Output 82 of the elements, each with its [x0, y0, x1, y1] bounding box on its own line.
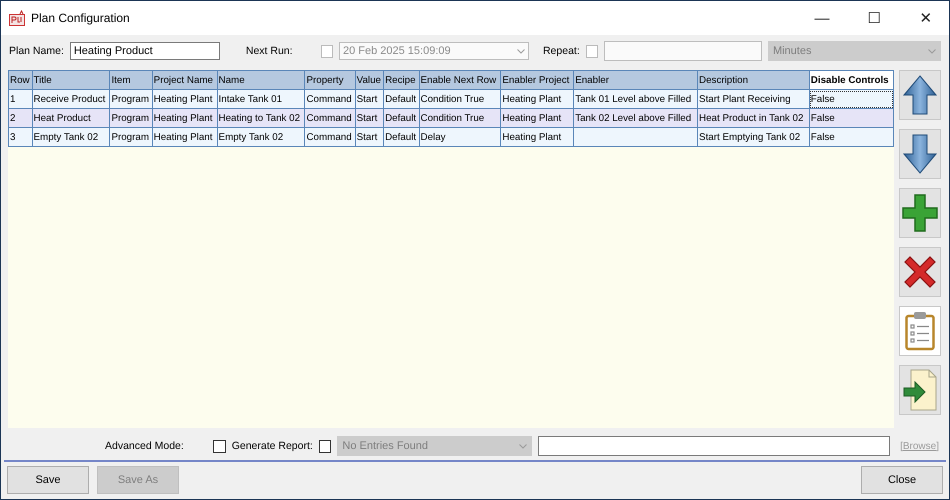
save-button[interactable]: Save — [7, 466, 89, 494]
table-cell: Empty Tank 02 — [217, 128, 305, 146]
field-label: Plan Name: — [9, 45, 64, 57]
export-document-icon — [903, 369, 937, 411]
add-button[interactable] — [899, 188, 941, 238]
table-cell: Start — [355, 128, 384, 146]
table-cell: Heating Plant — [500, 108, 574, 128]
close-button[interactable]: Close — [861, 466, 943, 494]
table-cell: Heat Product in Tank 02 — [698, 108, 810, 128]
move-up-button[interactable] — [899, 70, 941, 120]
table-cell: False — [809, 128, 894, 146]
table-cell: Command — [304, 90, 356, 108]
checkbox[interactable] — [213, 440, 226, 452]
column-header[interactable]: Value — [355, 70, 384, 90]
caret-icon — [518, 444, 527, 448]
delete-icon — [903, 255, 937, 289]
maximize-button[interactable]: ☐ — [851, 9, 897, 27]
table-cell: 1 — [8, 90, 32, 108]
column-header[interactable]: Enabler — [574, 70, 698, 90]
table-cell: Default — [384, 108, 419, 128]
window-title: Plan Configuration — [31, 11, 131, 25]
table-cell: Condition True — [419, 108, 501, 128]
checkbox[interactable] — [318, 440, 332, 452]
field-label: Advanced Mode: — [105, 440, 184, 452]
table-cell: Heating Plant — [500, 128, 574, 146]
caret-icon — [928, 48, 936, 54]
column-header[interactable]: Project Name — [152, 70, 218, 90]
table-cell: Heat Product — [32, 108, 110, 128]
table-cell: Default — [384, 128, 419, 146]
table-cell: Receive Product — [32, 90, 110, 108]
clipboard-button[interactable] — [899, 306, 941, 356]
field-label: Next Run: — [246, 45, 293, 57]
table-cell: Heating to Tank 02 — [217, 108, 305, 128]
column-header[interactable]: Name — [217, 70, 305, 90]
column-header[interactable]: Enabler Project — [500, 70, 574, 90]
table-cell: Heating Plant — [152, 128, 218, 146]
plus-icon — [902, 193, 938, 233]
down-arrow-icon — [903, 134, 937, 174]
table-cell: Start Plant Receiving — [698, 90, 810, 108]
field-label: Generate Report: — [232, 440, 313, 452]
table-cell: Intake Tank 01 — [217, 90, 305, 108]
column-header[interactable]: Enable Next Row — [419, 70, 501, 90]
table-cell: 3 — [8, 128, 32, 146]
export-button[interactable] — [899, 365, 941, 415]
table-cell: Start — [355, 90, 384, 108]
delete-button[interactable] — [899, 247, 941, 297]
column-header[interactable]: Recipe — [384, 70, 419, 90]
caret-icon — [516, 48, 525, 54]
column-header[interactable]: Disable Controls — [809, 70, 894, 90]
path-field[interactable] — [538, 436, 890, 456]
table-cell: Program — [110, 108, 152, 128]
up-arrow-icon — [903, 75, 937, 115]
column-header[interactable]: Row — [8, 70, 32, 90]
field-label: Repeat: — [542, 45, 580, 57]
table-cell: Default — [384, 90, 419, 108]
table-cell: Tank 01 Level above Filled — [574, 90, 698, 108]
table-cell: Tank 02 Level above Filled — [574, 108, 698, 128]
table-cell: Command — [304, 108, 356, 128]
column-header[interactable]: Item — [110, 70, 152, 90]
minimize-button[interactable]: — — [799, 10, 845, 26]
table-cell: False — [809, 90, 894, 108]
table-cell: Program — [110, 90, 152, 108]
clipboard-icon — [905, 311, 935, 351]
column-header[interactable]: Property — [304, 70, 356, 90]
table-cell: Condition True — [419, 90, 501, 108]
table-cell: Program — [110, 128, 152, 146]
table-cell: Empty Tank 02 — [32, 128, 110, 146]
plan-name-field[interactable]: Heating Product — [70, 42, 220, 60]
table-cell: Start — [355, 108, 384, 128]
table-cell: 2 — [8, 108, 32, 128]
column-header[interactable]: Description — [698, 70, 810, 90]
app-logo-icon — [9, 10, 25, 26]
column-header[interactable]: Title — [32, 70, 110, 90]
table-cell: Heating Plant — [152, 90, 218, 108]
table-cell: False — [809, 108, 894, 128]
table-cell: Start Emptying Tank 02 — [698, 128, 810, 146]
move-down-button[interactable] — [899, 129, 941, 179]
table-cell: Heating Plant — [500, 90, 574, 108]
close-button[interactable]: ✕ — [903, 9, 949, 27]
table-cell: Delay — [419, 128, 501, 146]
table-cell: Command — [304, 128, 356, 146]
table-cell: Heating Plant — [152, 108, 218, 128]
